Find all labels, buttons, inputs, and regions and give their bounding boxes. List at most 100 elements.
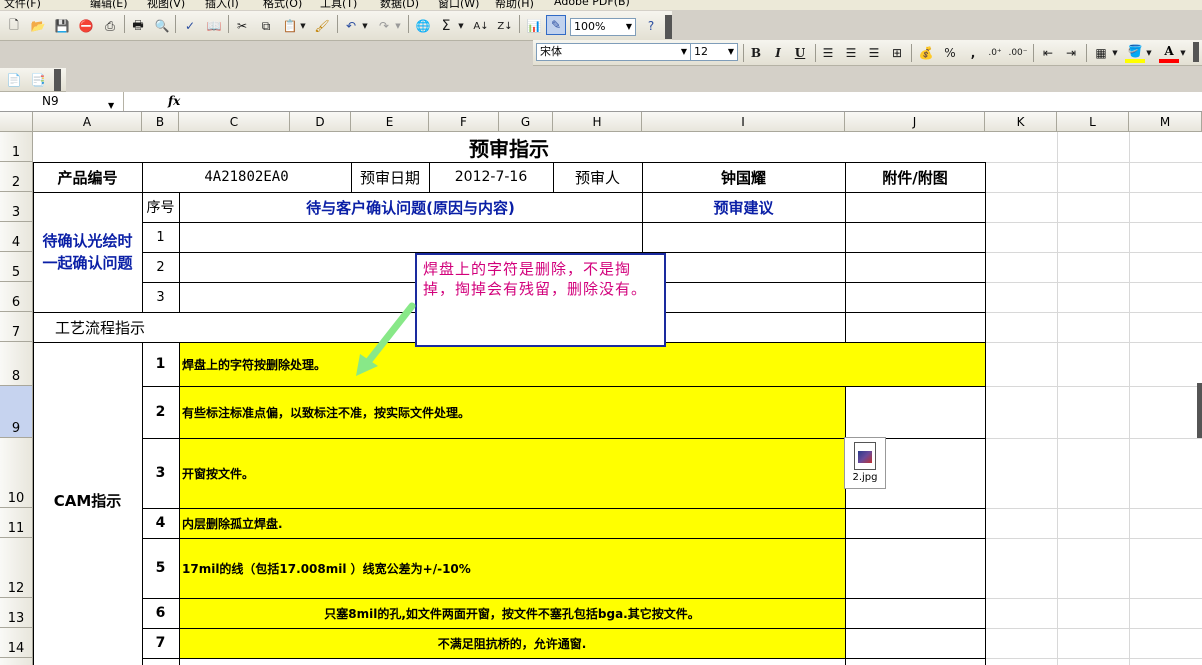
cam-text-3[interactable]: 开窗按文件。 [179, 438, 845, 508]
help-icon[interactable]: ? [641, 16, 661, 36]
row-header-7[interactable]: 7 [0, 312, 33, 342]
new-icon[interactable]: 🗋 [4, 16, 24, 36]
menu-view[interactable]: 视图(V) [147, 0, 185, 10]
process-label[interactable]: 工艺流程指示 [33, 312, 179, 342]
toolbar-options-icon-3[interactable] [54, 69, 61, 91]
decrease-indent-icon[interactable]: ⇤ [1038, 43, 1058, 63]
cam-no-6[interactable]: 6 [142, 598, 179, 628]
chart-wizard-icon[interactable]: 📊 [524, 16, 544, 36]
font-size-select[interactable]: 12 ▼ [690, 43, 738, 61]
row-header-15[interactable] [0, 658, 33, 665]
cam-no-4[interactable]: 4 [142, 508, 179, 538]
increase-indent-icon[interactable]: ⇥ [1061, 43, 1081, 63]
column-header-b[interactable]: B [142, 112, 179, 132]
zoom-select[interactable]: 100% ▼ [570, 18, 636, 36]
cam-no-5[interactable]: 5 [142, 538, 179, 598]
column-header-f[interactable]: F [429, 112, 499, 132]
row-header-12[interactable]: 12 [0, 538, 33, 598]
review-date-value[interactable]: 2012-7-16 [429, 162, 553, 192]
seq-2[interactable]: 2 [142, 252, 179, 282]
fill-color-icon[interactable]: 🪣 [1125, 43, 1145, 63]
sort-descending-icon[interactable]: Z↓ [495, 16, 515, 36]
align-left-icon[interactable]: ☰ [818, 43, 838, 63]
fill-color-dropdown-icon[interactable]: ▼ [1145, 43, 1153, 63]
increase-decimal-icon[interactable]: .0⁺ [985, 43, 1005, 63]
formula-input[interactable] [186, 92, 1202, 111]
menu-help[interactable]: 帮助(H) [495, 0, 534, 10]
autosum-dropdown-icon[interactable]: ▼ [457, 16, 465, 36]
column-header-k[interactable]: K [985, 112, 1057, 132]
borders-icon[interactable]: ▦ [1091, 43, 1111, 63]
cam-text-2[interactable]: 有些标注标准点偏，以致标注不准，按实际文件处理。 [179, 386, 845, 438]
drawing-icon[interactable]: ✎ [546, 15, 566, 35]
row-header-5[interactable]: 5 [0, 252, 33, 282]
paste-dropdown-icon[interactable]: ▼ [299, 16, 307, 36]
zoom-dropdown-icon[interactable]: ▼ [624, 20, 634, 34]
merge-center-icon[interactable]: ⊞ [887, 43, 907, 63]
attachment-file[interactable]: 2.jpg [844, 437, 886, 489]
cam-text-6[interactable]: 只塞8mil的孔,如文件两面开窗，按文件不塞孔包括bga.其它按文件。 [179, 598, 845, 628]
row-header-11[interactable]: 11 [0, 508, 33, 538]
align-center-icon[interactable]: ☰ [841, 43, 861, 63]
toolbar-options-icon-2[interactable] [1193, 42, 1199, 62]
column-header-i[interactable]: I [642, 112, 845, 132]
permission-icon[interactable]: ⛔ [76, 16, 96, 36]
column-header-a[interactable]: A [33, 112, 142, 132]
cam-no-3[interactable]: 3 [142, 438, 179, 508]
insert-function-icon[interactable]: fx [168, 94, 180, 108]
attachment-label[interactable]: 附件/附图 [845, 162, 985, 192]
column-header-e[interactable]: E [351, 112, 429, 132]
row-header-10[interactable]: 10 [0, 438, 33, 508]
cam-text-4[interactable]: 内层删除孤立焊盘. [179, 508, 845, 538]
vertical-scrollbar-thumb[interactable] [1197, 383, 1202, 438]
seq-label[interactable]: 序号 [142, 192, 179, 222]
menu-format[interactable]: 格式(O) [263, 0, 302, 10]
preview-icon[interactable]: 🔍 [152, 16, 172, 36]
confirm-label[interactable]: 待确认光绘时 一起确认问题 [33, 192, 142, 312]
reviewer-label[interactable]: 预审人 [553, 162, 642, 192]
cut-icon[interactable]: ✂ [232, 16, 252, 36]
row-header-2[interactable]: 2 [0, 162, 33, 192]
open-icon[interactable]: 📂 [28, 16, 48, 36]
row-header-9[interactable]: 9 [0, 386, 33, 438]
cam-no-2[interactable]: 2 [142, 386, 179, 438]
underline-button[interactable]: U [790, 43, 810, 63]
font-name-select[interactable]: 宋体 ▼ [536, 43, 691, 61]
column-header-g[interactable]: G [499, 112, 553, 132]
undo-icon[interactable]: ↶ [341, 16, 361, 36]
font-color-dropdown-icon[interactable]: ▼ [1179, 43, 1187, 63]
cam-label[interactable]: CAM指示 [33, 342, 142, 658]
row-header-1[interactable]: 1 [0, 132, 33, 162]
comma-style-button[interactable]: , [963, 43, 983, 63]
column-header-l[interactable]: L [1057, 112, 1129, 132]
italic-button[interactable]: I [768, 43, 788, 63]
menu-tools[interactable]: 工具(T) [320, 0, 357, 10]
review-date-label[interactable]: 预审日期 [351, 162, 429, 192]
menu-data[interactable]: 数据(D) [380, 0, 419, 10]
reviewer-value[interactable]: 钟国耀 [642, 162, 845, 192]
sort-ascending-icon[interactable]: A↓ [471, 16, 491, 36]
product-no-value[interactable]: 4A21802EA0 [142, 162, 351, 192]
menu-insert[interactable]: 插入(I) [205, 0, 239, 10]
decrease-decimal-icon[interactable]: .00⁻ [1008, 43, 1028, 63]
cam-text-1[interactable]: 焊盘上的字符按删除处理。 [179, 342, 845, 386]
convert-pdf-email-icon[interactable]: 📑 [28, 70, 48, 90]
callout-comment[interactable]: 焊盘上的字符是删除，不是掏掉，掏掉会有残留，删除没有。 [415, 253, 666, 347]
column-header-d[interactable]: D [290, 112, 351, 132]
paste-icon[interactable]: 📋 [280, 16, 300, 36]
align-right-icon[interactable]: ☰ [864, 43, 884, 63]
seq-1[interactable]: 1 [142, 222, 179, 252]
menu-adobe-pdf[interactable]: Adobe PDF(B) [554, 0, 630, 8]
column-header-j[interactable]: J [845, 112, 985, 132]
product-no-label[interactable]: 产品编号 [33, 162, 142, 192]
undo-dropdown-icon[interactable]: ▼ [361, 16, 369, 36]
row-header-3[interactable]: 3 [0, 192, 33, 222]
toolbar-options-icon[interactable] [665, 15, 672, 39]
save-icon[interactable]: 💾 [52, 16, 72, 36]
autosum-icon[interactable]: Σ [437, 16, 455, 36]
column-header-m[interactable]: M [1129, 112, 1202, 132]
column-header-c[interactable]: C [179, 112, 290, 132]
convert-pdf-icon[interactable]: 📄 [4, 70, 24, 90]
print-icon[interactable]: ⎙ [100, 16, 120, 36]
format-painter-icon[interactable]: 🖌 [312, 16, 332, 36]
